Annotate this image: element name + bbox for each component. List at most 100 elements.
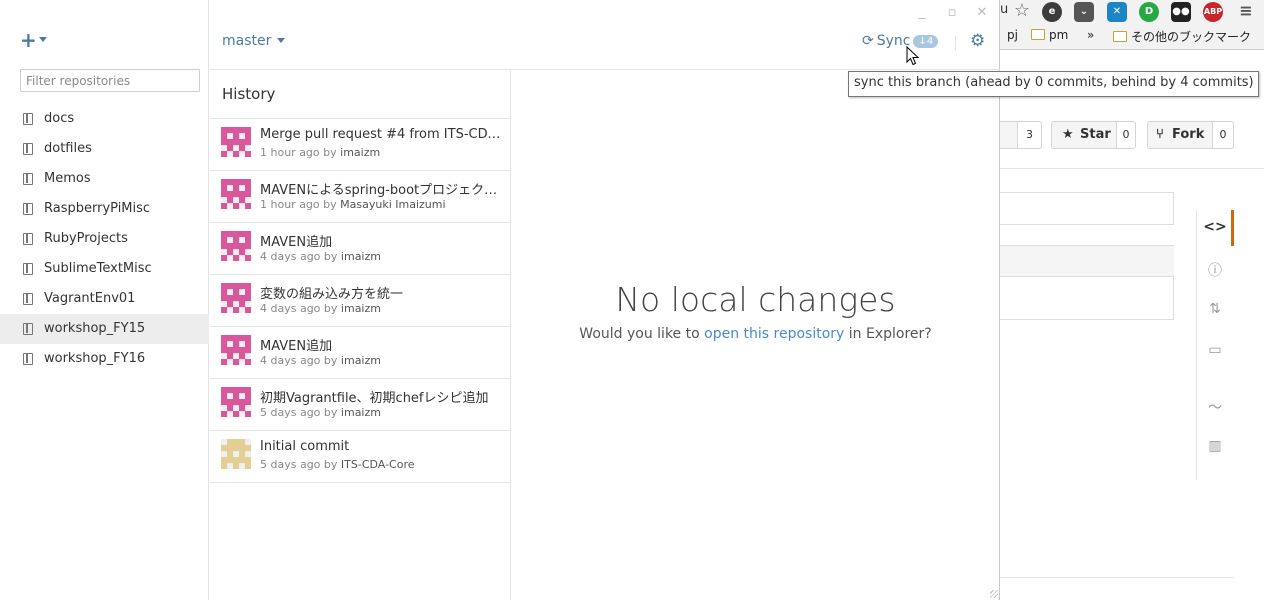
commit-list: Merge pull request #4 from ITS-CDA-Core/…	[210, 118, 510, 483]
repository-item[interactable]: SublimeTextMisc	[0, 254, 209, 284]
repo-book-icon	[23, 173, 33, 185]
repository-label: SublimeTextMisc	[44, 261, 152, 276]
commit-title: 初期Vagrantfile、初期chefレシピ追加	[260, 391, 489, 406]
extension-eyes-icon[interactable]: ●●	[1171, 2, 1191, 22]
code-icon[interactable]: <>	[1201, 219, 1229, 239]
repository-item[interactable]: workshop_FY16	[0, 344, 209, 374]
commit-by: by	[323, 458, 338, 471]
fork-icon: ⑂	[1156, 127, 1164, 142]
star-icon: ★	[1062, 127, 1074, 142]
bookmark-pj[interactable]: pj	[1007, 28, 1018, 42]
fork-button[interactable]: ⑂ Fork	[1147, 121, 1213, 149]
bookmark-other-label: その他のブックマーク	[1131, 30, 1252, 44]
open-repo-prompt: Would you like to open this repository i…	[511, 326, 1000, 342]
panel-header	[1000, 246, 1174, 277]
bookmark-other[interactable]: その他のブックマーク	[1113, 28, 1251, 45]
commit-by: by	[323, 406, 338, 419]
commit-meta: 5 days ago by imaizm	[260, 406, 381, 419]
extension-x-icon[interactable]: ✕	[1107, 2, 1127, 22]
filter-repositories-input[interactable]	[20, 69, 200, 92]
wiki-icon[interactable]: ▭	[1201, 342, 1229, 362]
idonethis-icon[interactable]: D	[1139, 2, 1159, 22]
evernote-icon[interactable]: e	[1042, 2, 1062, 22]
clone-url-panel	[999, 192, 1174, 225]
commit-item[interactable]: MAVEN追加 4 days ago by imaizm	[210, 327, 510, 379]
commit-item[interactable]: MAVEN追加 4 days ago by imaizm	[210, 223, 510, 275]
no-changes-heading: No local changes	[615, 280, 896, 319]
adblock-plus-icon[interactable]: ABP	[1203, 2, 1223, 22]
commit-meta: 1 hour ago by imaizm	[260, 146, 380, 159]
commit-title: MAVEN追加	[260, 339, 333, 354]
history-panel: History Merge pull request #4 from ITS-C…	[210, 70, 511, 600]
sync-button[interactable]: ⟳ Sync ↓4	[862, 33, 939, 53]
commit-meta: 5 days ago by ITS-CDA-Core	[260, 458, 415, 471]
commit-item[interactable]: 変数の組み込み方を統一 4 days ago by imaizm	[210, 275, 510, 327]
repository-sidebar: + docs dotfiles Memos RaspberryPiMisc RubyPr…	[0, 0, 209, 600]
bookmarks-overflow[interactable]: »	[1087, 28, 1094, 42]
commit-by: by	[323, 302, 338, 315]
commit-by: by	[323, 250, 338, 263]
sync-tooltip: sync this branch (ahead by 0 commits, be…	[848, 71, 1259, 97]
star-icon[interactable]: ☆	[1012, 2, 1032, 22]
bookmark-pm[interactable]: pm	[1031, 28, 1068, 42]
resize-grip-icon[interactable]	[990, 590, 998, 598]
repository-label: VagrantEnv01	[44, 291, 136, 306]
repository-item[interactable]: dotfiles	[0, 134, 209, 164]
repository-label: Memos	[44, 171, 91, 186]
commit-author: imaizm	[340, 146, 381, 159]
history-title: History	[222, 85, 276, 103]
pull-request-icon[interactable]: ⇅	[1201, 301, 1229, 321]
repository-list: docs dotfiles Memos RaspberryPiMisc RubyProj…	[0, 104, 209, 374]
star-button[interactable]: ★ Star	[1051, 121, 1117, 149]
avatar	[221, 283, 251, 313]
commit-title: Merge pull request #4 from ITS-CDA-Core/…	[260, 127, 504, 142]
commit-time: 1 hour ago	[260, 146, 320, 159]
repository-label: RaspberryPiMisc	[44, 201, 151, 216]
repository-item[interactable]: workshop_FY15	[0, 314, 209, 344]
commit-time: 4 days ago	[260, 302, 321, 315]
repository-item[interactable]: RaspberryPiMisc	[0, 194, 209, 224]
watch-count: 3	[1018, 121, 1042, 149]
commit-author: imaizm	[340, 406, 381, 419]
commit-time: 5 days ago	[260, 458, 321, 471]
star-count: 0	[1117, 121, 1136, 149]
pocket-icon[interactable]: ⌄	[1074, 2, 1094, 22]
bookmark-pm-label: pm	[1049, 28, 1069, 42]
graphs-icon[interactable]: ▥	[1201, 438, 1229, 458]
open-repository-link[interactable]: open this repository	[704, 326, 844, 342]
issues-icon[interactable]: ⓘ	[1201, 260, 1229, 280]
gear-icon[interactable]: ⚙	[970, 31, 988, 51]
avatar	[221, 231, 251, 261]
fork-label: Fork	[1172, 127, 1205, 142]
chevron-down-icon	[277, 38, 286, 43]
branch-selector[interactable]: master	[222, 33, 286, 49]
commit-item[interactable]: Initial commit 5 days ago by ITS-CDA-Core	[210, 431, 510, 483]
plus-icon: +	[20, 28, 37, 52]
commit-meta: 4 days ago by imaizm	[260, 250, 381, 263]
repository-label: dotfiles	[44, 141, 92, 156]
divider	[955, 36, 956, 50]
repo-book-icon	[23, 113, 33, 125]
commit-time: 4 days ago	[260, 250, 321, 263]
avatar	[221, 335, 251, 365]
repository-item[interactable]: docs	[0, 104, 209, 134]
commit-item[interactable]: Merge pull request #4 from ITS-CDA-Core/…	[210, 119, 510, 171]
add-repository-button[interactable]: +	[20, 28, 50, 53]
repository-label: workshop_FY15	[44, 321, 146, 336]
folder-icon	[1031, 29, 1045, 40]
mouse-cursor-icon	[906, 46, 920, 66]
repo-book-icon	[23, 203, 33, 215]
commit-item[interactable]: 初期Vagrantfile、初期chefレシピ追加 5 days ago by i…	[210, 379, 510, 431]
commit-item[interactable]: MAVENによるspring-bootプロジェクトの雛形を追加1 hour ag…	[210, 171, 510, 223]
chrome-menu-icon[interactable]: ≡	[1236, 2, 1256, 22]
repository-item[interactable]: RubyProjects	[0, 224, 209, 254]
repo-book-icon	[23, 233, 33, 245]
pulse-icon[interactable]: 〜	[1201, 397, 1229, 417]
repository-item[interactable]: Memos	[0, 164, 209, 194]
fork-count: 0	[1213, 121, 1234, 149]
repository-item[interactable]: VagrantEnv01	[0, 284, 209, 314]
avatar	[221, 439, 251, 469]
commit-time: 4 days ago	[260, 354, 321, 367]
commit-author: imaizm	[340, 354, 381, 367]
commit-title: MAVENによるspring-bootプロジェクトの雛形を追加	[260, 183, 504, 198]
